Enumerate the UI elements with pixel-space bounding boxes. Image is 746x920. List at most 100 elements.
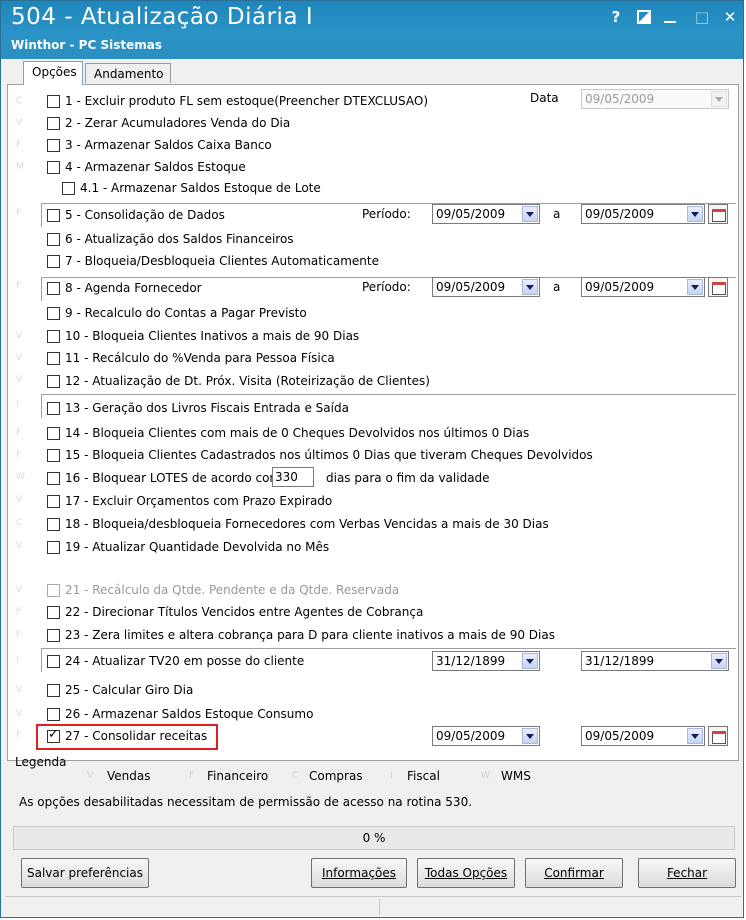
option-10-label[interactable]: 10 - Bloqueia Clientes Inativos a mais d… — [65, 329, 359, 343]
option-14-label[interactable]: 14 - Bloqueia Clientes com mais de 0 Che… — [65, 426, 529, 440]
option-8-checkbox[interactable] — [47, 282, 60, 295]
option-4-checkbox[interactable] — [47, 161, 60, 174]
option-27-from-date[interactable]: 09/05/2009 — [432, 726, 540, 746]
calendar-icon[interactable] — [708, 204, 728, 224]
option-2-label[interactable]: 2 - Zerar Acumuladores Venda do Dia — [65, 116, 290, 130]
data-label: Data — [530, 91, 559, 105]
calendar-icon[interactable] — [708, 726, 728, 746]
option-9-label[interactable]: 9 - Recalculo do Contas a Pagar Previsto — [65, 306, 307, 320]
option-15-checkbox[interactable] — [47, 449, 60, 462]
legend-item-financeiro: Financeiro — [207, 769, 269, 783]
option-23-checkbox[interactable] — [47, 629, 60, 642]
option-27-label[interactable]: 27 - Consolidar receitas — [65, 729, 207, 743]
option-25-checkbox[interactable] — [47, 684, 60, 697]
title-bar[interactable]: 504 - Atualização Diária I Winthor - PC … — [1, 1, 743, 59]
close-icon[interactable]: ✕ — [719, 7, 741, 27]
category-letter: I — [16, 655, 19, 665]
option-7-checkbox[interactable] — [47, 255, 60, 268]
option-22-label[interactable]: 22 - Direcionar Títulos Vencidos entre A… — [65, 605, 423, 619]
option-27-to-date[interactable]: 09/05/2009 — [581, 726, 705, 746]
chevron-down-icon[interactable] — [522, 653, 538, 669]
option-3-checkbox[interactable] — [47, 139, 60, 152]
option-3-label[interactable]: 3 - Armazenar Saldos Caixa Banco — [65, 138, 272, 152]
option-16-suffix: dias para o fim da validade — [326, 471, 490, 485]
option-13-checkbox[interactable] — [47, 402, 60, 415]
option-19-label[interactable]: 19 - Atualizar Quantidade Devolvida no M… — [65, 540, 329, 554]
option-25-label[interactable]: 25 - Calcular Giro Dia — [65, 683, 193, 697]
option-18-checkbox[interactable] — [47, 518, 60, 531]
option-10-checkbox[interactable] — [47, 330, 60, 343]
chevron-down-icon[interactable] — [522, 728, 538, 744]
tab-andamento[interactable]: Andamento — [85, 63, 171, 83]
save-preferences-button[interactable]: Salvar preferências — [21, 858, 149, 888]
chevron-down-icon[interactable] — [687, 206, 703, 222]
option-5-checkbox[interactable] — [47, 209, 60, 222]
minimize-icon[interactable] — [659, 7, 681, 27]
periodo-label: Período: — [362, 207, 411, 221]
calendar-icon[interactable] — [708, 277, 728, 297]
option-1-label[interactable]: 1 - Excluir produto FL sem estoque(Preen… — [65, 94, 428, 108]
option-19-checkbox[interactable] — [47, 541, 60, 554]
option-17-label[interactable]: 17 - Excluir Orçamentos com Prazo Expira… — [65, 494, 332, 508]
option-15-label[interactable]: 15 - Bloqueia Clientes Cadastrados nos ú… — [65, 448, 593, 462]
option-8-to-date[interactable]: 09/05/2009 — [581, 277, 705, 297]
chevron-down-icon[interactable] — [687, 728, 703, 744]
option-4-label[interactable]: 4 - Armazenar Saldos Estoque — [65, 160, 246, 174]
option-24-label[interactable]: 24 - Atualizar TV20 em posse do cliente — [65, 654, 304, 668]
date-value: 09/05/2009 — [436, 729, 506, 743]
option-5-from-date[interactable]: 09/05/2009 — [432, 204, 540, 224]
option-17-checkbox[interactable] — [47, 495, 60, 508]
close-button[interactable]: Fechar — [638, 858, 736, 888]
option-8-label[interactable]: 8 - Agenda Fornecedor — [65, 281, 202, 295]
date-value: 09/05/2009 — [436, 207, 506, 221]
option-4-1-label[interactable]: 4.1 - Armazenar Saldos Estoque de Lote — [80, 181, 321, 195]
chevron-down-icon[interactable] — [522, 206, 538, 222]
option-12-checkbox[interactable] — [47, 375, 60, 388]
chevron-down-icon[interactable] — [522, 279, 538, 295]
category-letter: C — [16, 96, 23, 106]
option-23-label[interactable]: 23 - Zera limites e altera cobrança para… — [65, 628, 555, 642]
option-7-label[interactable]: 7 - Bloqueia/Desbloqueia Clientes Automa… — [65, 254, 379, 268]
legend-item-wms: WMS — [501, 769, 531, 783]
option-24-checkbox[interactable] — [47, 655, 60, 668]
option-16-checkbox[interactable] — [47, 472, 60, 485]
resize-icon[interactable] — [633, 7, 655, 27]
chevron-down-icon[interactable] — [687, 279, 703, 295]
option-5-to-date[interactable]: 09/05/2009 — [581, 204, 705, 224]
chevron-down-icon[interactable] — [711, 653, 727, 669]
option-12-label[interactable]: 12 - Atualização de Dt. Próx. Visita (Ro… — [65, 374, 430, 388]
checkmark-icon: ✓ — [48, 727, 59, 742]
main-window: 504 - Atualização Diária I Winthor - PC … — [0, 0, 744, 918]
category-letter: F — [16, 281, 22, 291]
option-13-label[interactable]: 13 - Geração dos Livros Fiscais Entrada … — [65, 401, 349, 415]
option-16-label[interactable]: 16 - Bloquear LOTES de acordo com — [65, 471, 281, 485]
category-letter: V — [16, 375, 23, 385]
all-options-button[interactable]: Todas Opções — [417, 858, 515, 888]
option-26-checkbox[interactable] — [47, 708, 60, 721]
option-1-checkbox[interactable] — [47, 95, 60, 108]
help-icon[interactable]: ? — [605, 7, 627, 27]
option-6-checkbox[interactable] — [47, 233, 60, 246]
option-4-1-checkbox[interactable] — [62, 182, 75, 195]
option-11-checkbox[interactable] — [47, 352, 60, 365]
info-button[interactable]: Informações — [311, 858, 407, 888]
option-18-label[interactable]: 18 - Bloqueia/desbloqueia Fornecedores c… — [65, 517, 549, 531]
option-24-to-date[interactable]: 31/12/1899 — [581, 651, 729, 671]
option-14-checkbox[interactable] — [47, 427, 60, 440]
lote-days-input[interactable]: 330 — [272, 467, 314, 487]
option-2-checkbox[interactable] — [47, 117, 60, 130]
option-11-label[interactable]: 11 - Recálculo do %Venda para Pessoa Fís… — [65, 351, 335, 365]
option-21-label: 21 - Recálculo da Qtde. Pendente e da Qt… — [65, 583, 400, 597]
category-letter: I — [16, 399, 19, 409]
option-9-checkbox[interactable] — [47, 307, 60, 320]
option-8-from-date[interactable]: 09/05/2009 — [432, 277, 540, 297]
option-27-checkbox[interactable]: ✓ — [47, 727, 60, 743]
option-5-label[interactable]: 5 - Consolidação de Dados — [65, 208, 225, 222]
option-26-label[interactable]: 26 - Armazenar Saldos Estoque Consumo — [65, 707, 313, 721]
option-6-label[interactable]: 6 - Atualização dos Saldos Financeiros — [65, 232, 294, 246]
option-24-from-date[interactable]: 31/12/1899 — [432, 651, 540, 671]
group-separator — [41, 394, 736, 395]
confirm-button[interactable]: Confirmar — [525, 858, 623, 888]
option-22-checkbox[interactable] — [47, 606, 60, 619]
tab-opcoes[interactable]: Opções — [23, 61, 83, 85]
